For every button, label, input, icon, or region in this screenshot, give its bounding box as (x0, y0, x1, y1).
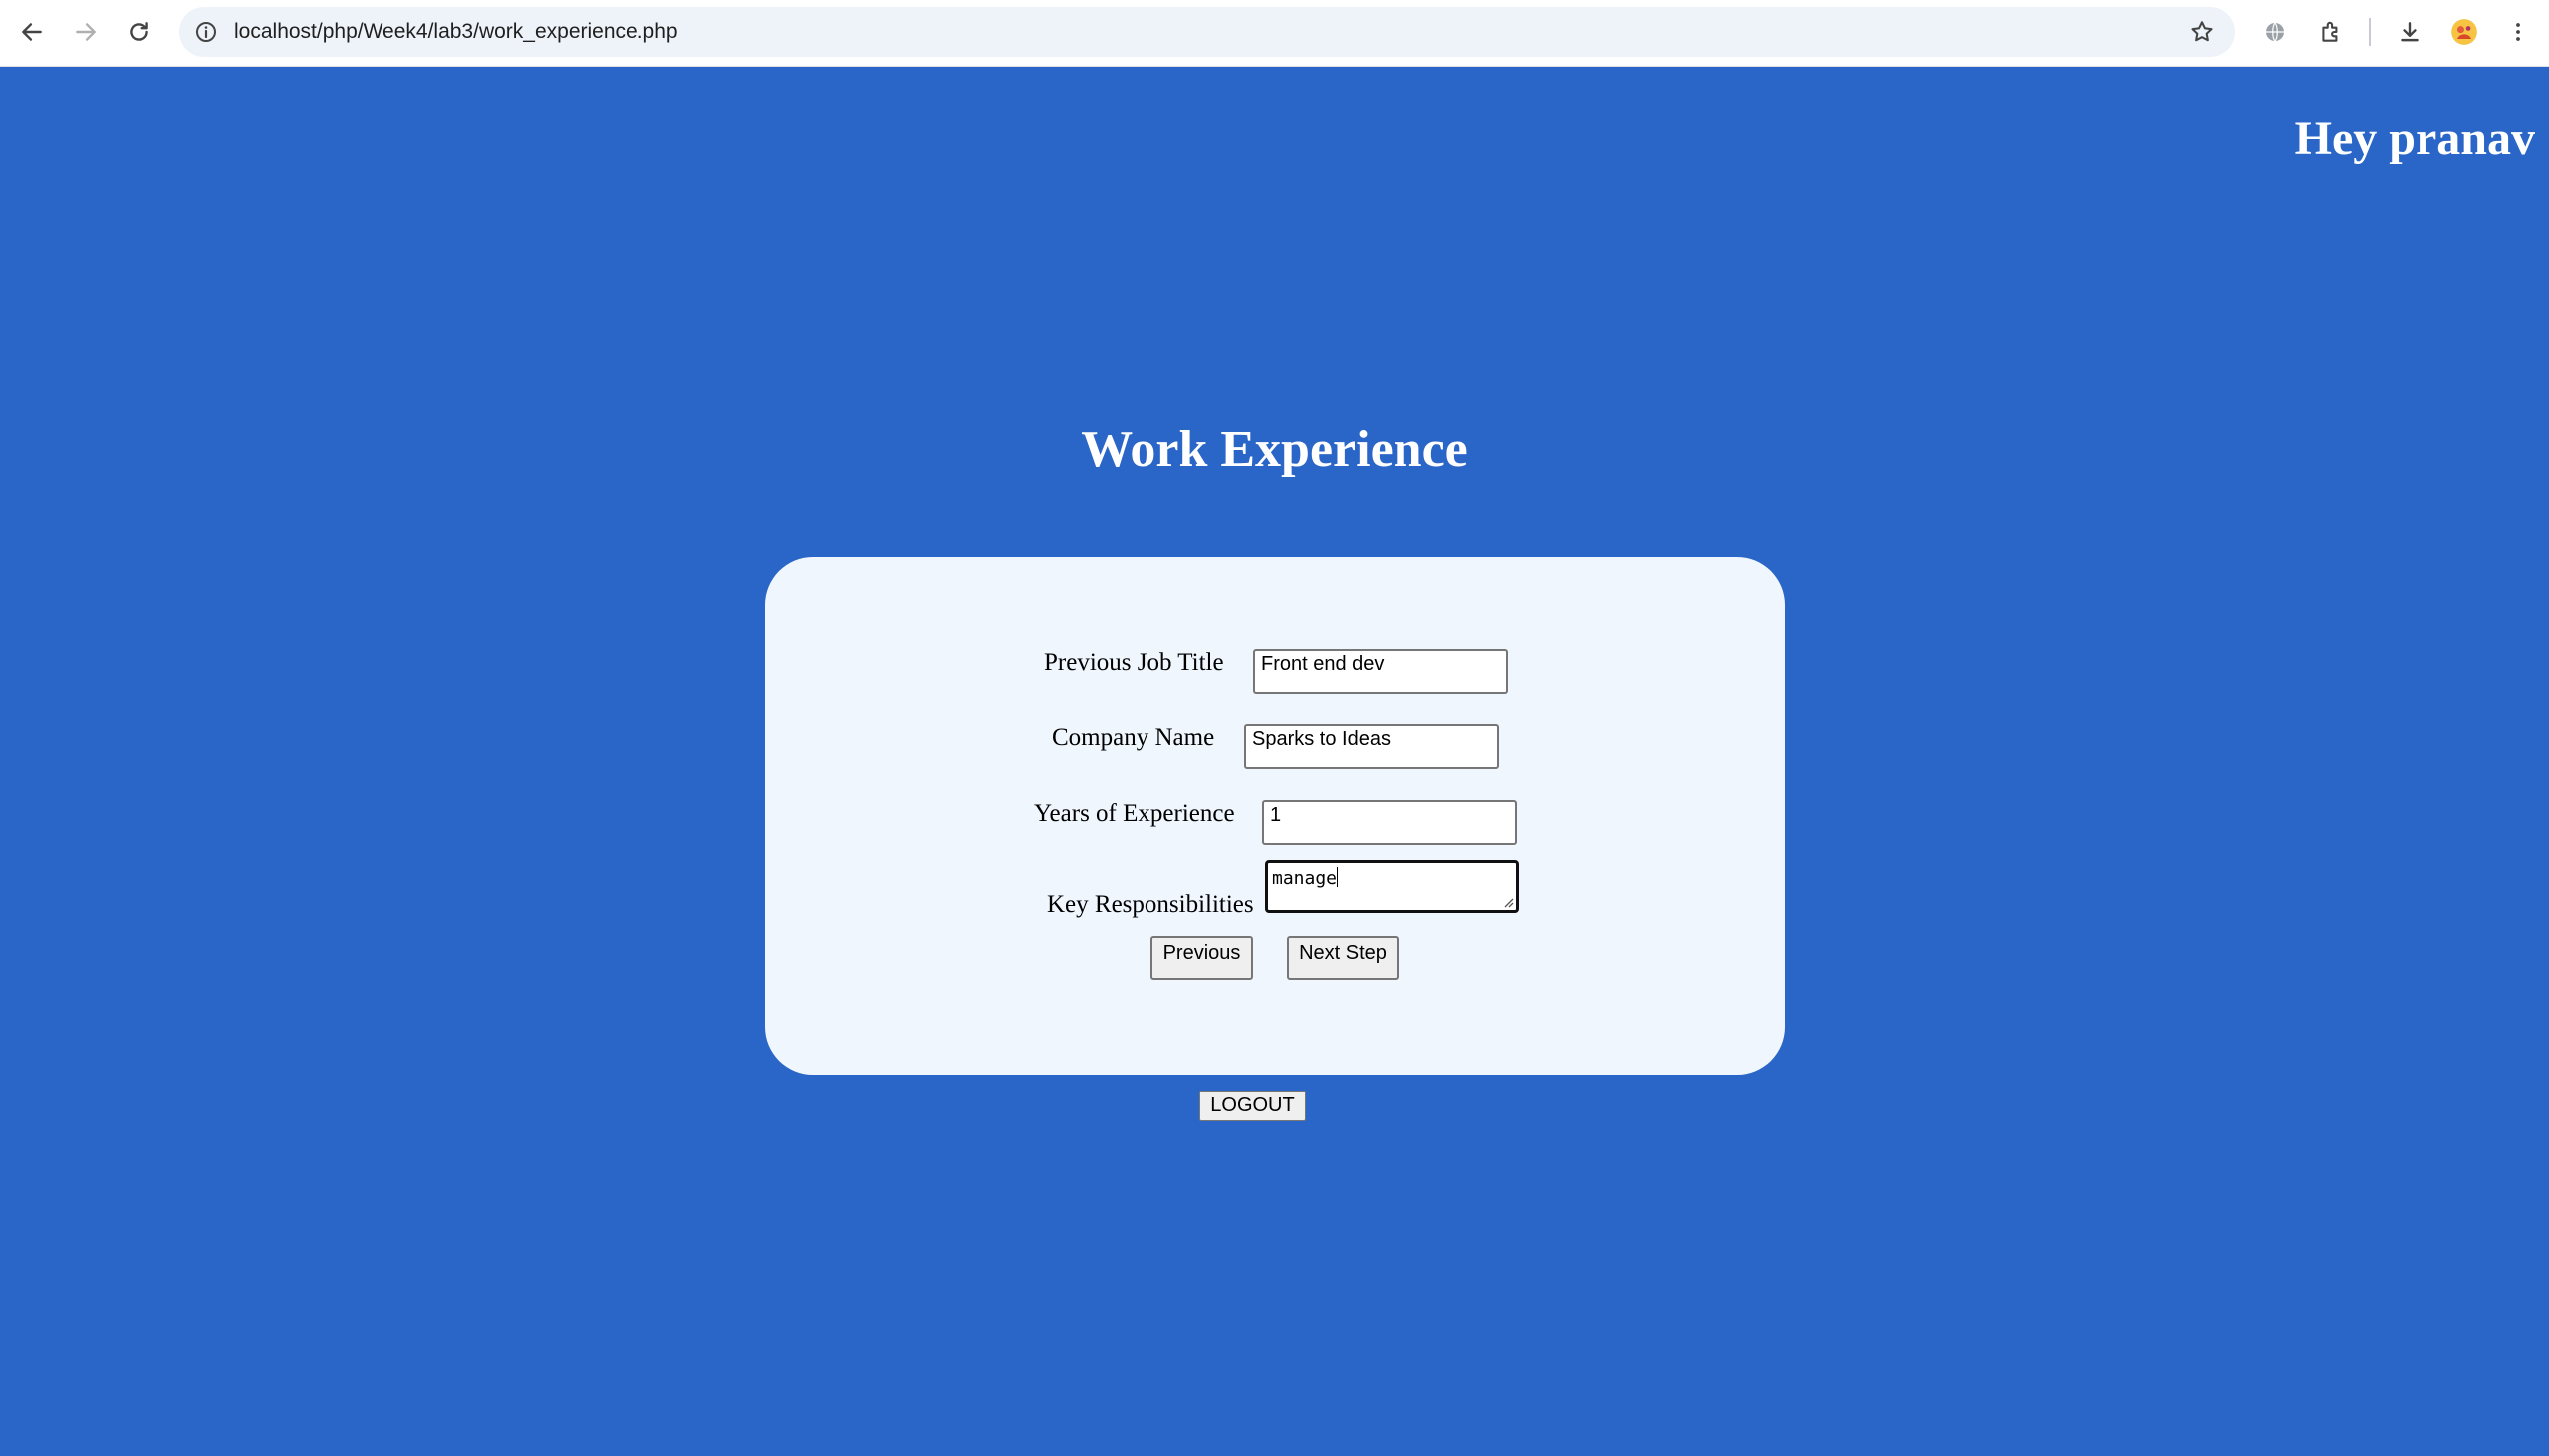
page-title: Work Experience (1081, 421, 1468, 478)
extensions-icon[interactable] (2313, 14, 2349, 50)
work-experience-form: Previous Job Title Front end dev Company… (765, 557, 1785, 1075)
job-title-input[interactable]: Front end dev (1253, 649, 1508, 694)
next-step-button[interactable]: Next Step (1287, 936, 1399, 980)
key-responsibilities-label: Key Responsibilities (1047, 891, 1254, 918)
resize-grip-icon[interactable] (1502, 896, 1514, 908)
address-bar[interactable]: localhost/php/Week4/lab3/work_experience… (179, 7, 2235, 57)
company-name-label: Company Name (1052, 724, 1215, 751)
reload-icon[interactable] (118, 10, 161, 54)
translate-icon[interactable] (2257, 14, 2293, 50)
profile-icon[interactable] (2446, 14, 2482, 50)
greeting-heading: Hey pranav (2294, 113, 2535, 165)
years-experience-input[interactable]: 1 (1262, 800, 1517, 845)
years-experience-label: Years of Experience (1034, 800, 1235, 827)
url-text[interactable]: localhost/php/Week4/lab3/work_experience… (234, 7, 678, 57)
browser-toolbar: localhost/php/Week4/lab3/work_experience… (0, 0, 2549, 67)
download-icon[interactable] (2392, 14, 2427, 50)
back-arrow-icon[interactable] (10, 10, 54, 54)
toolbar-divider (2369, 18, 2371, 46)
job-title-label: Previous Job Title (1044, 649, 1224, 676)
forward-arrow-icon[interactable] (64, 10, 108, 54)
site-info-icon[interactable] (193, 19, 219, 45)
previous-button[interactable]: Previous (1150, 936, 1253, 980)
bookmark-star-icon[interactable] (2187, 17, 2217, 47)
responsibilities-text: manage (1272, 868, 1338, 889)
logout-button[interactable]: LOGOUT (1199, 1091, 1306, 1121)
key-responsibilities-textarea[interactable]: manage (1265, 860, 1519, 913)
text-caret (1337, 867, 1339, 887)
company-name-input[interactable]: Sparks to Ideas (1244, 724, 1499, 769)
more-menu-icon[interactable] (2500, 14, 2536, 50)
